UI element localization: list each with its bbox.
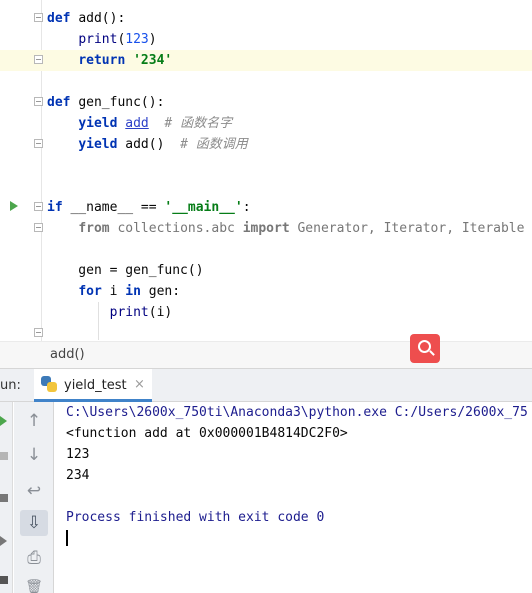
- code-token: gen = gen_func(): [47, 263, 204, 278]
- code-token: add: [125, 116, 149, 131]
- fold-marker-icon[interactable]: [34, 13, 43, 22]
- code-token: in: [125, 284, 149, 299]
- breadcrumb: add(): [0, 341, 532, 368]
- code-token: # 函数名字: [164, 116, 233, 131]
- code-line-7[interactable]: yield add() # 函数调用: [0, 134, 532, 155]
- code-line-2[interactable]: print(123): [0, 29, 532, 50]
- code-editor[interactable]: def add(): print(123) return '234' def g…: [0, 0, 532, 341]
- text-caret: [66, 530, 68, 546]
- code-line-3-current[interactable]: return '234': [0, 50, 532, 71]
- run-tool-window-header: un: yield_test ×: [0, 368, 532, 402]
- code-token: if: [47, 200, 71, 215]
- code-line-4[interactable]: [0, 71, 532, 92]
- up-button[interactable]: ↑: [20, 408, 48, 434]
- indent-guide: [98, 302, 99, 340]
- code-token: i: [109, 284, 126, 299]
- console-toolbar: ↑ ↓ ↩ ⇩ ⎙ 🗑: [14, 402, 54, 593]
- trash-icon: 🗑: [25, 579, 43, 593]
- soft-wrap-icon: ↩: [26, 481, 42, 501]
- console-line: 123: [66, 447, 90, 462]
- console-command-line[interactable]: C:\Users\2600x_750ti\Anaconda3\python.ex…: [66, 404, 528, 422]
- process-finished-message: Process finished with exit code 0: [66, 510, 325, 525]
- fold-marker-icon[interactable]: [34, 223, 43, 232]
- fold-marker-icon[interactable]: [34, 328, 43, 337]
- layout-icon[interactable]: [0, 494, 8, 502]
- code-token: gen_func():: [78, 95, 165, 110]
- code-token: # 函数调用: [180, 137, 248, 152]
- console-line: 234: [66, 468, 90, 483]
- run-gutter-icon[interactable]: [10, 201, 18, 211]
- rerun-icon[interactable]: [0, 416, 7, 426]
- code-token: from: [78, 221, 118, 236]
- fold-marker-icon[interactable]: [34, 139, 43, 148]
- code-line-5[interactable]: def gen_func():: [0, 92, 532, 113]
- code-token: '__main__': [164, 200, 243, 215]
- code-token: def: [47, 95, 79, 110]
- code-token: yield: [78, 116, 126, 131]
- code-token: yield: [78, 137, 126, 152]
- code-token: __name__ ==: [70, 200, 165, 215]
- code-line-12[interactable]: [0, 239, 532, 260]
- console-output[interactable]: C:\Users\2600x_750ti\Anaconda3\python.ex…: [55, 402, 532, 593]
- soft-wrap-button[interactable]: ↩: [20, 478, 48, 504]
- search-icon[interactable]: [410, 334, 440, 363]
- code-token: 123: [125, 32, 149, 47]
- code-token: gen:: [148, 284, 181, 299]
- down-button[interactable]: ↓: [20, 442, 48, 468]
- code-token: add(): [125, 137, 181, 152]
- code-line-13[interactable]: gen = gen_func(): [0, 260, 532, 281]
- tab-yield-test[interactable]: yield_test ×: [34, 369, 152, 402]
- code-token: print: [78, 32, 118, 47]
- fold-marker-icon[interactable]: [34, 55, 43, 64]
- code-line-10[interactable]: if __name__ == '__main__':: [0, 197, 532, 218]
- code-token: def: [47, 11, 79, 26]
- stop-icon[interactable]: [0, 452, 8, 460]
- code-line-1[interactable]: def add():: [0, 8, 532, 29]
- code-token: '234': [133, 53, 173, 68]
- close-icon[interactable]: ×: [134, 377, 145, 392]
- code-token: return: [78, 53, 134, 68]
- code-token: add():: [78, 11, 126, 26]
- scroll-to-end-button[interactable]: ⇩: [20, 510, 48, 536]
- run-panel-label: un:: [0, 378, 21, 393]
- code-line-6[interactable]: yield add # 函数名字: [0, 113, 532, 134]
- arrow-down-icon: ↓: [26, 445, 42, 465]
- code-token: collections.abc: [117, 221, 243, 236]
- code-token: for: [78, 284, 110, 299]
- settings-icon[interactable]: [0, 576, 8, 584]
- scroll-to-end-icon: ⇩: [26, 513, 42, 533]
- fold-marker-icon[interactable]: [34, 202, 43, 211]
- print-icon: ⎙: [27, 548, 41, 568]
- fold-marker-icon[interactable]: [34, 97, 43, 106]
- breadcrumb-item[interactable]: add(): [50, 347, 85, 362]
- arrow-up-icon: ↑: [26, 411, 42, 431]
- console-line: <function add at 0x000001B4814DC2F0>: [66, 426, 348, 441]
- code-token: ): [148, 32, 157, 47]
- python-icon: [41, 376, 57, 392]
- code-line-11[interactable]: from collections.abc import Generator, I…: [0, 218, 532, 239]
- run-actions-strip: [0, 402, 13, 593]
- code-token: import: [242, 221, 298, 236]
- code-token: Generator, Iterator, Iterable: [297, 221, 525, 236]
- code-line-15[interactable]: print(i): [0, 302, 532, 323]
- code-line-14[interactable]: for i in gen:: [0, 281, 532, 302]
- code-line-9[interactable]: [0, 176, 532, 197]
- clear-all-button[interactable]: 🗑: [20, 574, 48, 593]
- print-button[interactable]: ⎙: [20, 545, 48, 571]
- expand-icon[interactable]: [0, 536, 7, 546]
- tab-label: yield_test: [64, 378, 127, 393]
- code-token: :: [242, 200, 251, 215]
- code-token: print: [109, 305, 149, 320]
- code-token: (i): [148, 305, 173, 320]
- code-line-8[interactable]: [0, 155, 532, 176]
